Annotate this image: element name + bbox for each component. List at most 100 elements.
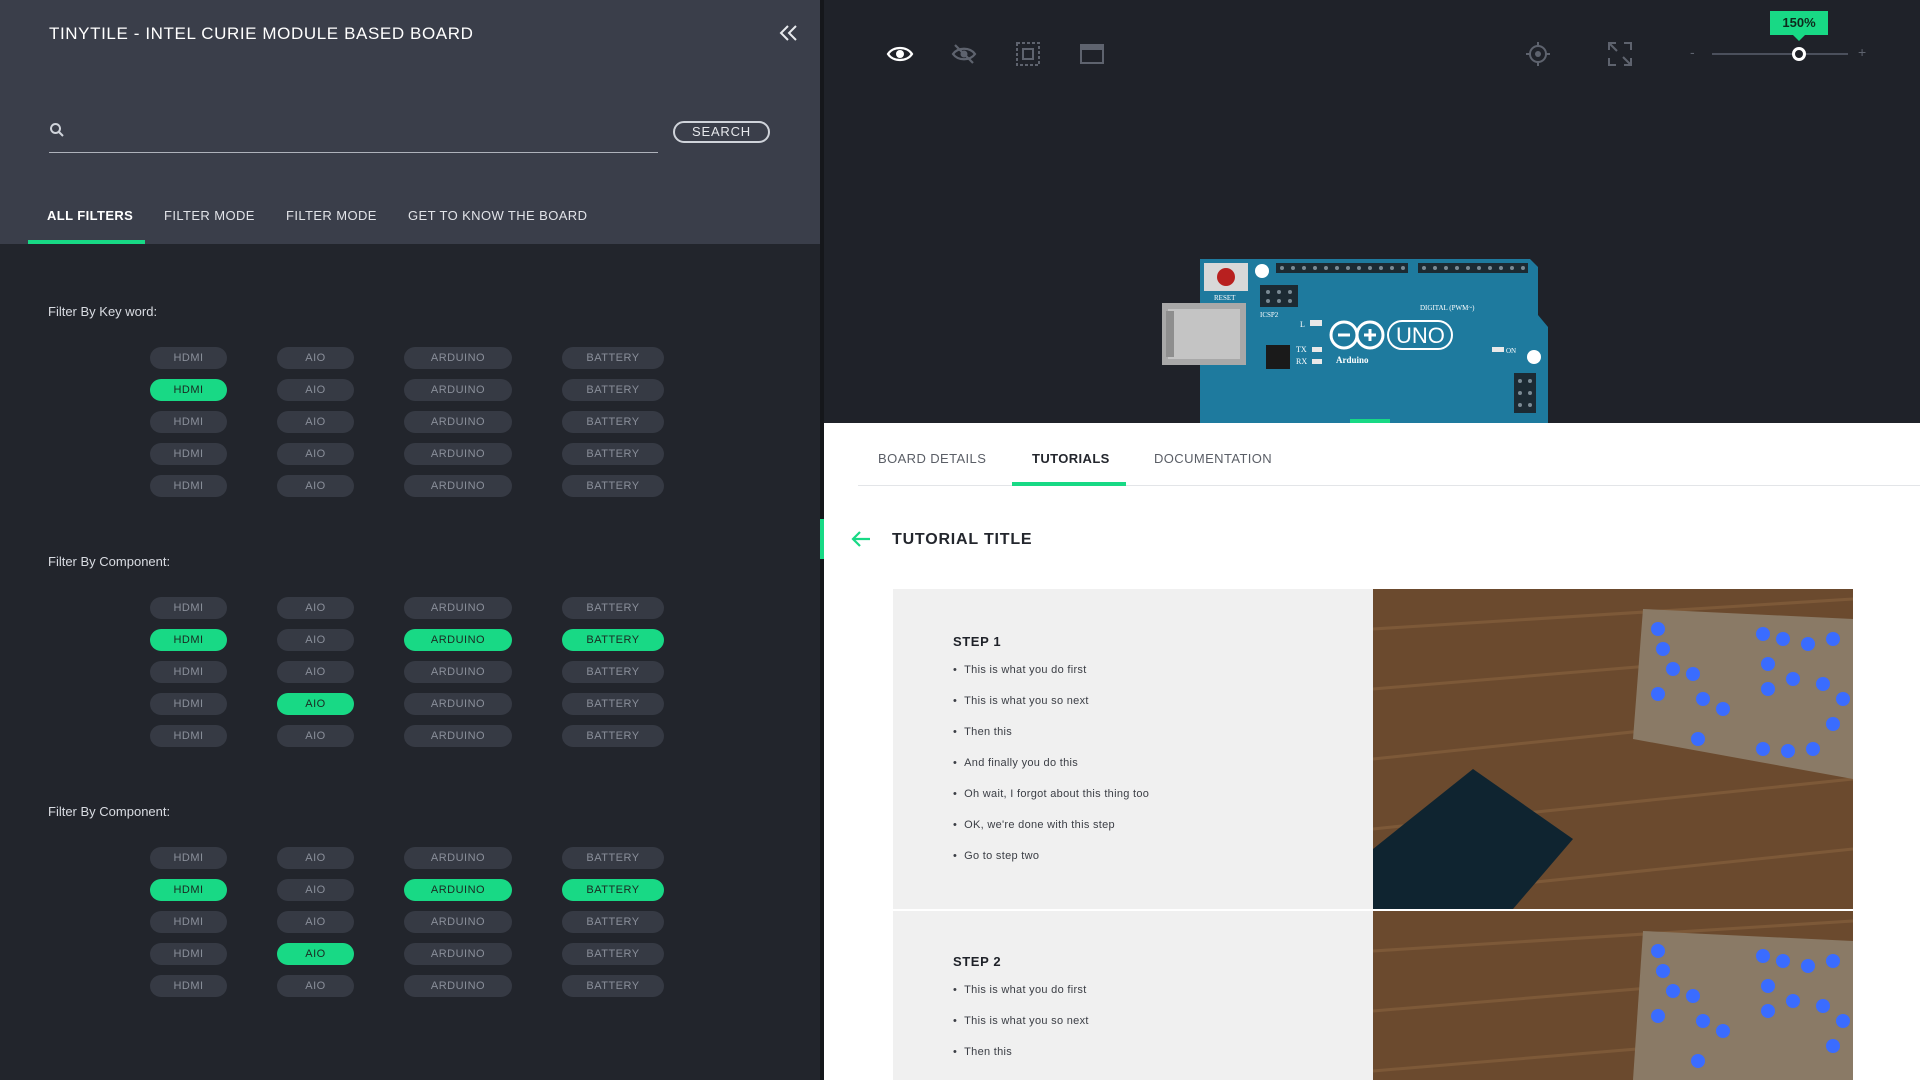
filter-chip-arduino[interactable]: ARDUINO xyxy=(404,629,512,651)
step-title: STEP 2 xyxy=(953,954,1002,969)
tab-filter-mode-2[interactable]: FILTER MODE xyxy=(286,208,377,223)
step-item: And finally you do this xyxy=(953,757,1078,769)
filter-chip-aio[interactable]: AIO xyxy=(277,725,354,747)
filter-chip-arduino[interactable]: ARDUINO xyxy=(404,693,512,715)
search-input[interactable] xyxy=(72,118,652,144)
filter-chip-arduino[interactable]: ARDUINO xyxy=(404,879,512,901)
filter-chip-aio[interactable]: AIO xyxy=(277,379,354,401)
filter-panel: TINYTILE - INTEL CURIE MODULE BASED BOAR… xyxy=(0,0,820,1080)
filter-chip-aio[interactable]: AIO xyxy=(277,443,354,465)
step-item: Then this xyxy=(953,726,1012,738)
filter-chip-battery[interactable]: BATTERY xyxy=(562,847,664,869)
filter-chip-hdmi[interactable]: HDMI xyxy=(150,475,227,497)
filter-chip-battery[interactable]: BATTERY xyxy=(562,725,664,747)
filter-chip-hdmi[interactable]: HDMI xyxy=(150,879,227,901)
filter-chip-battery[interactable]: BATTERY xyxy=(562,379,664,401)
filter-chip-arduino[interactable]: ARDUINO xyxy=(404,847,512,869)
search-underline xyxy=(49,152,658,153)
filter-chip-hdmi[interactable]: HDMI xyxy=(150,411,227,433)
filter-chip-battery[interactable]: BATTERY xyxy=(562,347,664,369)
search-button[interactable]: SEARCH xyxy=(673,121,770,143)
tab-all-filters[interactable]: ALL FILTERS xyxy=(47,208,133,223)
step-card: STEP 1 This is what you do first This is… xyxy=(893,589,1853,909)
filter-chip-arduino[interactable]: ARDUINO xyxy=(404,379,512,401)
arduino-board-image[interactable]: RESET ICSP2 DIGITAL (PWM~) L TX RX UNO A… xyxy=(1162,255,1572,423)
window-icon[interactable] xyxy=(1078,40,1106,68)
filter-chip-aio[interactable]: AIO xyxy=(277,911,354,933)
filter-chip-aio[interactable]: AIO xyxy=(277,943,354,965)
filter-chip-battery[interactable]: BATTERY xyxy=(562,879,664,901)
back-arrow-icon[interactable] xyxy=(850,529,872,549)
filter-chip-arduino[interactable]: ARDUINO xyxy=(404,943,512,965)
zoom-slider[interactable] xyxy=(1712,53,1848,55)
tab-filter-mode[interactable]: FILTER MODE xyxy=(164,208,255,223)
step-item: Go to step two xyxy=(953,850,1039,862)
filter-chip-aio[interactable]: AIO xyxy=(277,975,354,997)
tx-label: TX xyxy=(1296,345,1307,354)
filter-chip-aio[interactable]: AIO xyxy=(277,661,354,683)
reset-label: RESET xyxy=(1214,294,1236,302)
filter-chip-arduino[interactable]: ARDUINO xyxy=(404,475,512,497)
filter-chip-hdmi[interactable]: HDMI xyxy=(150,597,227,619)
filter-chip-aio[interactable]: AIO xyxy=(277,597,354,619)
filter-chip-battery[interactable]: BATTERY xyxy=(562,597,664,619)
filter-chip-hdmi[interactable]: HDMI xyxy=(150,347,227,369)
rx-label: RX xyxy=(1296,357,1307,366)
fullscreen-icon[interactable] xyxy=(1606,40,1634,68)
eye-icon[interactable] xyxy=(886,40,914,68)
details-panel: BOARD DETAILS TUTORIALS DOCUMENTATION TU… xyxy=(820,423,1920,1080)
filter-chip-arduino[interactable]: ARDUINO xyxy=(404,725,512,747)
zoom-slider-handle[interactable] xyxy=(1792,47,1807,61)
filter-chip-hdmi[interactable]: HDMI xyxy=(150,693,227,715)
filter-chip-battery[interactable]: BATTERY xyxy=(562,693,664,715)
locate-icon[interactable] xyxy=(1524,40,1552,68)
filter-chip-hdmi[interactable]: HDMI xyxy=(150,661,227,683)
board-viewer: - 150% + RESET ICSP2 DIGITAL (PWM~) L TX… xyxy=(824,0,1920,423)
step-item: This is what you do first xyxy=(953,984,1087,996)
step-item: This is what you so next xyxy=(953,695,1089,707)
filter-chip-hdmi[interactable]: HDMI xyxy=(150,379,227,401)
filter-chip-hdmi[interactable]: HDMI xyxy=(150,943,227,965)
filter-chip-battery[interactable]: BATTERY xyxy=(562,943,664,965)
frame-select-icon[interactable] xyxy=(1014,40,1042,68)
tab-get-to-know-board[interactable]: GET TO KNOW THE BOARD xyxy=(408,208,587,223)
filter-chip-aio[interactable]: AIO xyxy=(277,347,354,369)
tab-tutorials[interactable]: TUTORIALS xyxy=(1032,451,1110,466)
filter-chip-arduino[interactable]: ARDUINO xyxy=(404,661,512,683)
filter-chip-aio[interactable]: AIO xyxy=(277,411,354,433)
filter-chip-arduino[interactable]: ARDUINO xyxy=(404,443,512,465)
filter-chip-battery[interactable]: BATTERY xyxy=(562,629,664,651)
tab-documentation[interactable]: DOCUMENTATION xyxy=(1154,451,1272,466)
eye-off-icon[interactable] xyxy=(950,40,978,68)
filter-chip-aio[interactable]: AIO xyxy=(277,693,354,715)
filter-chip-aio[interactable]: AIO xyxy=(277,879,354,901)
filter-chip-arduino[interactable]: ARDUINO xyxy=(404,911,512,933)
filter-chip-arduino[interactable]: ARDUINO xyxy=(404,975,512,997)
filter-chip-battery[interactable]: BATTERY xyxy=(562,661,664,683)
uno-label: UNO xyxy=(1396,323,1445,348)
filter-chip-arduino[interactable]: ARDUINO xyxy=(404,597,512,619)
filter-chip-aio[interactable]: AIO xyxy=(277,629,354,651)
filter-chip-hdmi[interactable]: HDMI xyxy=(150,911,227,933)
filter-chip-hdmi[interactable]: HDMI xyxy=(150,443,227,465)
filter-chip-aio[interactable]: AIO xyxy=(277,847,354,869)
filter-chip-arduino[interactable]: ARDUINO xyxy=(404,411,512,433)
filter-chip-battery[interactable]: BATTERY xyxy=(562,911,664,933)
filter-chip-hdmi[interactable]: HDMI xyxy=(150,629,227,651)
step-item: OK, we're done with this step xyxy=(953,819,1115,831)
tab-board-details[interactable]: BOARD DETAILS xyxy=(878,451,986,466)
filter-chip-hdmi[interactable]: HDMI xyxy=(150,725,227,747)
on-label: ON xyxy=(1506,347,1516,355)
filter-chip-battery[interactable]: BATTERY xyxy=(562,975,664,997)
filter-chip-battery[interactable]: BATTERY xyxy=(562,443,664,465)
filter-chip-aio[interactable]: AIO xyxy=(277,475,354,497)
filter-chip-battery[interactable]: BATTERY xyxy=(562,475,664,497)
filter-chip-arduino[interactable]: ARDUINO xyxy=(404,347,512,369)
collapse-icon[interactable] xyxy=(778,22,800,44)
filter-chip-battery[interactable]: BATTERY xyxy=(562,411,664,433)
filter-chip-hdmi[interactable]: HDMI xyxy=(150,975,227,997)
filter-chip-hdmi[interactable]: HDMI xyxy=(150,847,227,869)
zoom-in-button[interactable]: + xyxy=(1858,44,1866,60)
zoom-out-button[interactable]: - xyxy=(1690,44,1695,60)
tutorial-title: TUTORIAL TITLE xyxy=(892,531,1033,548)
